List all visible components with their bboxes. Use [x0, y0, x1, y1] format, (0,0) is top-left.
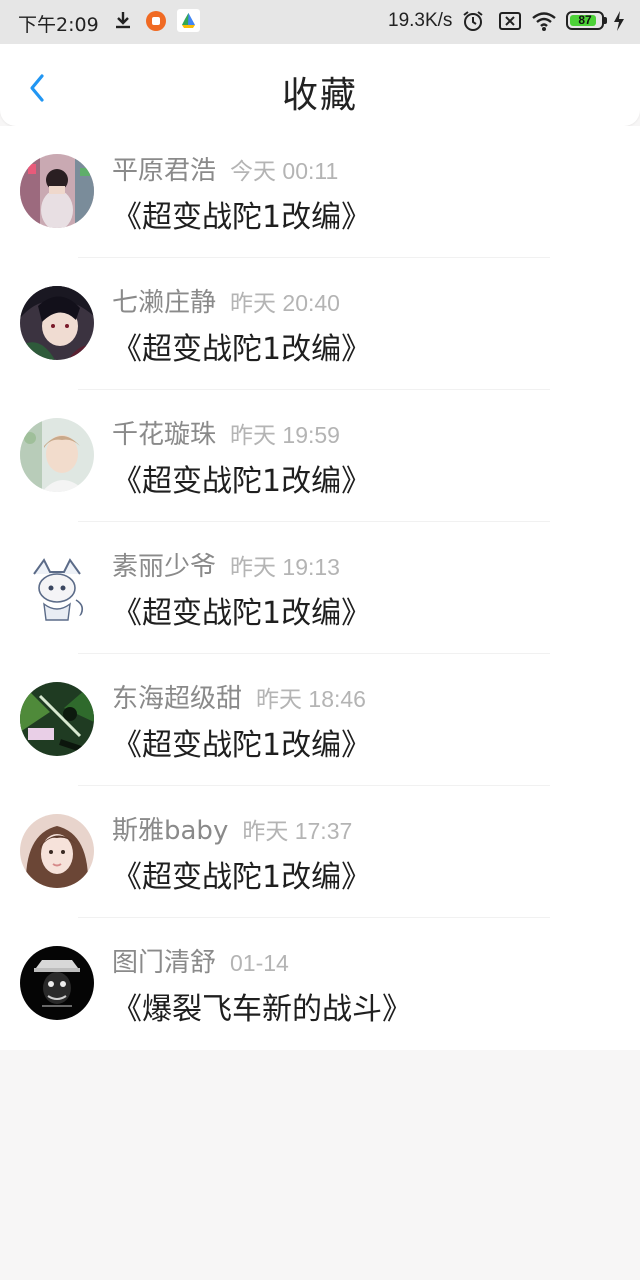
user-name: 素丽少爷: [112, 552, 217, 582]
post-time: 今天 00:11: [230, 158, 339, 184]
favorite-item[interactable]: 平原君浩 今天 00:11 《超变战陀1改编》: [0, 126, 640, 258]
status-bar: 下午2:09 19.3K/s 87: [0, 0, 640, 44]
avatar[interactable]: [20, 418, 94, 492]
favorite-title: 《超变战陀1改编》: [112, 200, 372, 235]
favorite-item[interactable]: 素丽少爷 昨天 19:13 《超变战陀1改编》: [0, 522, 640, 654]
user-name: 斯雅baby: [112, 816, 229, 846]
avatar[interactable]: [20, 286, 94, 360]
favorite-item[interactable]: 东海超级甜 昨天 18:46 《超变战陀1改编》: [0, 654, 640, 786]
favorite-item[interactable]: 七濑庄静 昨天 20:40 《超变战陀1改编》: [0, 258, 640, 390]
avatar[interactable]: [20, 550, 94, 624]
user-name: 千花璇珠: [112, 420, 217, 450]
battery-indicator: 87: [566, 11, 604, 30]
user-name: 东海超级甜: [112, 684, 243, 714]
favorite-title: 《超变战陀1改编》: [112, 728, 372, 763]
status-time: 下午2:09: [18, 14, 99, 36]
favorite-item[interactable]: 斯雅baby 昨天 17:37 《超变战陀1改编》: [0, 786, 640, 918]
battery-tip: [604, 17, 607, 24]
post-time: 昨天 17:37: [242, 818, 353, 844]
favorite-title: 《超变战陀1改编》: [112, 464, 372, 499]
favorite-item[interactable]: 千花璇珠 昨天 19:59 《超变战陀1改编》: [0, 390, 640, 522]
favorite-title: 《爆裂飞车新的战斗》: [112, 992, 412, 1027]
sim-icon: [498, 10, 522, 38]
post-time: 昨天 19:13: [230, 554, 340, 580]
page-title: 收藏: [281, 75, 358, 116]
download-icon: [113, 10, 133, 36]
post-time: 昨天 20:40: [230, 290, 340, 316]
drive-icon: [177, 9, 200, 32]
avatar[interactable]: [20, 154, 94, 228]
favorite-item[interactable]: 图门清舒 01-14 《爆裂飞车新的战斗》: [0, 918, 640, 1050]
user-name: 平原君浩: [112, 156, 217, 186]
user-name: 图门清舒: [112, 948, 217, 978]
network-speed: 19.3K/s: [388, 10, 453, 31]
app-notification-icon: [146, 11, 166, 31]
user-name: 七濑庄静: [112, 288, 217, 318]
header-bar: 收藏: [0, 44, 640, 126]
post-time: 昨天 19:59: [230, 422, 340, 448]
avatar[interactable]: [20, 946, 94, 1020]
post-time: 01-14: [230, 950, 289, 976]
charge-icon: [612, 10, 626, 38]
avatar[interactable]: [20, 814, 94, 888]
favorite-title: 《超变战陀1改编》: [112, 860, 372, 895]
alarm-icon: [461, 10, 485, 38]
favorite-title: 《超变战陀1改编》: [112, 332, 372, 367]
favorite-title: 《超变战陀1改编》: [112, 596, 372, 631]
avatar[interactable]: [20, 682, 94, 756]
post-time: 昨天 18:46: [256, 686, 366, 712]
battery-level: 87: [578, 13, 592, 27]
wifi-icon: [531, 10, 557, 38]
favorites-list: 平原君浩 今天 00:11 《超变战陀1改编》 七濑庄静 昨天 20:40 《超变战…: [0, 126, 640, 1050]
